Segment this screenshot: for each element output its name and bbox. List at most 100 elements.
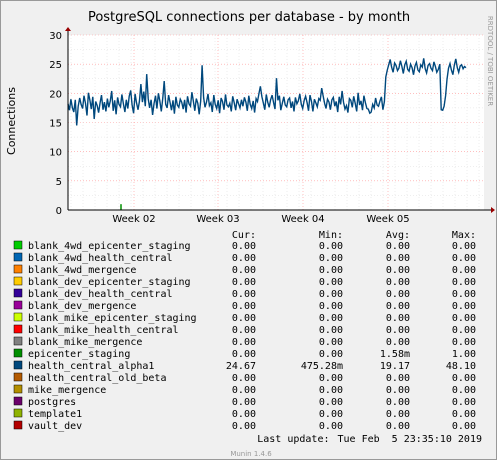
legend-value-min: 0.00 [319,397,343,408]
legend-swatch [13,348,23,358]
legend-value-avg: 19.17 [380,361,410,372]
legend-value-min: 0.00 [319,265,343,276]
legend-series-name: mike_mergence [28,385,106,396]
legend-value-max: 0.00 [452,301,476,312]
x-tick-label: Week 04 [281,214,324,225]
last-update-value: Tue Feb 5 23:35:10 2019 [338,434,483,445]
legend-value-min: 0.00 [319,349,343,360]
legend-value-cur: 0.00 [232,313,256,324]
legend-value-avg: 1.58m [380,349,410,360]
legend-series-name: health_central_old_beta [28,373,166,384]
legend-series-name: blank_mike_mergence [28,337,142,348]
legend-value-min: 0.00 [319,325,343,336]
legend-swatch [13,384,23,394]
munin-graph: PostgreSQL connections per database - by… [5,10,495,458]
munin-version: Munin 1.4.6 [230,450,272,458]
legend-value-cur: 0.00 [232,325,256,336]
legend-value-max: 0.00 [452,385,476,396]
x-tick-label: Week 02 [112,214,155,225]
legend-series-name: blank_mike_health_central [28,325,179,336]
legend-value-avg: 0.00 [386,265,410,276]
legend-value-min: 0.00 [319,277,343,288]
x-tick-label: Week 03 [196,214,239,225]
x-tick-label: Week 05 [366,214,409,225]
y-tick-label: 15 [49,119,62,130]
legend-value-min: 0.00 [319,241,343,252]
legend-swatch [13,408,23,418]
legend-value-avg: 0.00 [386,337,410,348]
legend-value-avg: 0.00 [386,325,410,336]
rrdtool-credit: RRDTOOL / TOBI OETIKER [486,16,494,106]
legend-header-avg: Avg: [386,230,410,241]
legend-series-name: blank_dev_epicenter_staging [28,277,191,288]
legend-value-avg: 0.00 [386,397,410,408]
chart-frame: PostgreSQL connections per database - by… [0,0,497,460]
legend-value-max: 0.00 [452,409,476,420]
legend-swatch [13,288,23,298]
legend-value-cur: 0.00 [232,241,256,252]
legend-value-cur: 0.00 [232,373,256,384]
legend-value-avg: 0.00 [386,409,410,420]
last-update-label: Last update: [257,434,329,445]
legend-swatch [13,300,23,310]
legend-value-cur: 0.00 [232,385,256,396]
legend-value-avg: 0.00 [386,301,410,312]
legend-value-cur: 0.00 [232,265,256,276]
legend-series-name: blank_dev_mergence [28,301,136,312]
y-tick-label: 20 [49,89,62,100]
last-update: Last update: Tue Feb 5 23:35:10 2019 [257,434,482,445]
legend-swatch [13,240,23,250]
legend-value-max: 0.00 [452,277,476,288]
legend-value-max: 0.00 [452,289,476,300]
legend-swatch [13,336,23,346]
legend-value-avg: 0.00 [386,289,410,300]
legend-value-max: 0.00 [452,325,476,336]
legend-swatch [13,252,23,262]
legend-series-name: blank_4wd_epicenter_staging [28,241,191,252]
legend-swatch [13,276,23,286]
legend-value-avg: 0.00 [386,241,410,252]
legend-series-name: template1 [28,409,82,420]
x-ticks: Week 02 Week 03 Week 04 Week 05 [112,214,409,225]
legend-value-min: 0.00 [319,421,343,432]
legend-value-max: 0.00 [452,253,476,264]
legend-value-avg: 0.00 [386,385,410,396]
legend-value-avg: 0.00 [386,421,410,432]
legend-value-cur: 0.00 [232,253,256,264]
legend-value-cur: 0.00 [232,277,256,288]
legend: Cur: Min: Avg: Max: blank_4wd_epicenter_… [13,230,476,432]
legend-value-cur: 0.00 [232,301,256,312]
legend-value-min: 0.00 [319,337,343,348]
legend-value-min: 0.00 [319,373,343,384]
legend-value-max: 0.00 [452,373,476,384]
y-tick-label: 10 [49,148,62,159]
legend-series-name: postgres [28,397,76,408]
x-axis-arrow [491,207,495,213]
legend-swatch [13,420,23,430]
legend-series-name: blank_4wd_mergence [28,265,136,276]
legend-series-name: epicenter_staging [28,349,130,360]
legend-value-min: 0.00 [319,313,343,324]
legend-value-cur: 0.00 [232,421,256,432]
legend-value-max: 0.00 [452,421,476,432]
legend-value-max: 48.10 [446,361,476,372]
legend-value-min: 0.00 [319,409,343,420]
legend-series-name: blank_mike_epicenter_staging [28,313,197,324]
legend-value-cur: 24.67 [226,361,256,372]
legend-header-max: Max: [452,230,476,241]
legend-value-min: 0.00 [319,301,343,312]
legend-value-avg: 0.00 [386,373,410,384]
legend-swatch [13,324,23,334]
legend-value-max: 1.00 [452,349,476,360]
y-axis-arrow [65,27,71,31]
y-axis-label: Connections [5,87,18,155]
y-tick-label: 5 [56,177,62,188]
legend-value-max: 0.00 [452,397,476,408]
legend-value-cur: 0.00 [232,397,256,408]
y-tick-label: 0 [56,206,62,217]
legend-value-avg: 0.00 [386,313,410,324]
y-tick-label: 25 [49,60,62,71]
legend-swatch [13,360,23,370]
legend-value-min: 0.00 [319,385,343,396]
legend-series-name: vault_dev [28,421,82,432]
